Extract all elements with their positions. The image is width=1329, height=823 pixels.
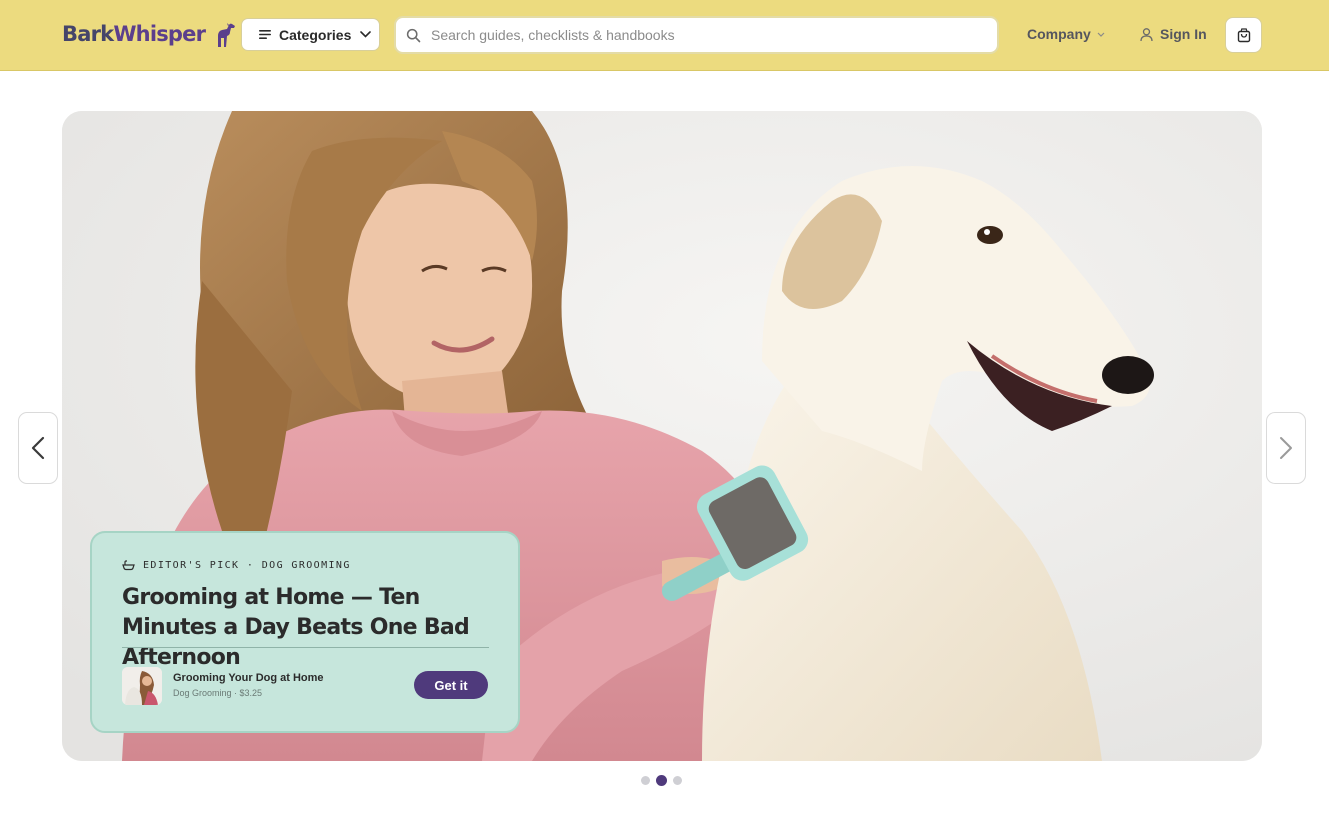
site-header: BarkWhisper Categories Company	[0, 0, 1329, 71]
company-label: Company	[1027, 26, 1091, 42]
card-title[interactable]: Grooming at Home — Ten Minutes a Day Bea…	[122, 583, 502, 673]
divider	[122, 647, 489, 648]
eyebrow-text: EDITOR'S PICK · DOG GROOMING	[143, 560, 351, 571]
brand-name: BarkWhisper	[62, 22, 206, 46]
chevron-right-icon	[1280, 437, 1292, 459]
brand-logo[interactable]: BarkWhisper	[62, 20, 237, 48]
search-icon	[406, 28, 421, 42]
shopping-bag-icon	[1237, 28, 1250, 43]
chevron-left-icon	[31, 436, 45, 460]
sign-in-link[interactable]: Sign In	[1139, 26, 1207, 42]
categories-label: Categories	[279, 26, 352, 43]
cart-button[interactable]	[1225, 17, 1262, 53]
product-image	[122, 667, 162, 705]
card-eyebrow: EDITOR'S PICK · DOG GROOMING	[122, 560, 351, 571]
carousel-prev-button[interactable]	[18, 412, 58, 484]
sign-in-label: Sign In	[1160, 26, 1207, 42]
carousel-dot-2[interactable]	[656, 775, 667, 786]
chevron-down-icon	[360, 31, 372, 38]
carousel-dot-1[interactable]	[641, 776, 650, 785]
get-it-button[interactable]: Get it	[414, 671, 488, 699]
carousel-dots	[641, 775, 682, 786]
product-row: Grooming Your Dog at Home Dog Grooming ·…	[122, 666, 489, 706]
carousel-dot-3[interactable]	[673, 776, 682, 785]
menu-icon	[259, 30, 271, 39]
search-input[interactable]	[431, 27, 971, 43]
product-meta: Dog Grooming · $3.25	[173, 688, 263, 698]
categories-button[interactable]: Categories	[241, 18, 380, 51]
product-title[interactable]: Grooming Your Dog at Home	[173, 672, 324, 684]
product-thumbnail[interactable]	[122, 667, 162, 705]
company-menu[interactable]: Company	[1027, 26, 1105, 42]
chevron-down-icon	[1097, 32, 1105, 37]
featured-guide-card: EDITOR'S PICK · DOG GROOMING Grooming at…	[90, 531, 520, 733]
greyhound-logo-icon	[218, 23, 236, 47]
bathtub-icon	[122, 560, 135, 571]
user-icon	[1140, 27, 1153, 41]
carousel-next-button[interactable]	[1266, 412, 1306, 484]
search-bar[interactable]	[394, 16, 999, 54]
